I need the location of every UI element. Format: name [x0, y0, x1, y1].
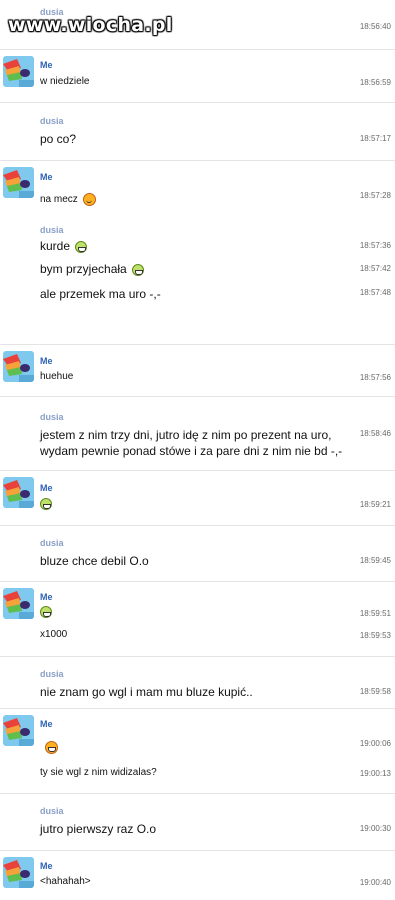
sender-name: dusia [40, 669, 64, 679]
message-text: ale przemek ma uro -,- [40, 287, 161, 301]
timestamp: 19:00:30 [359, 824, 391, 833]
message-block-me: Me 18:59:21 [0, 471, 395, 526]
sender-name: dusia [40, 538, 64, 548]
message-block-me: Me huehue 18:57:56 [0, 345, 395, 397]
message-block-dusia: dusia jestem z nim trzy dni, jutro idę z… [0, 397, 395, 471]
message-block-dusia: dusia nie znam go wgl i mam mu bluze kup… [0, 657, 395, 709]
sender-name: Me [40, 592, 53, 602]
timestamp: 18:57:56 [359, 373, 391, 382]
timestamp: 18:59:53 [359, 631, 391, 640]
message-text: ty sie wgl z nim widizalas? [40, 767, 157, 778]
message-text: bym przyjechała [40, 262, 127, 276]
sender-name: Me [40, 172, 53, 182]
timestamp: 19:00:06 [359, 739, 391, 748]
message-block-me: Me na mecz 18:57:28 [0, 161, 395, 216]
grin-emoticon [75, 240, 88, 253]
sender-name: Me [40, 861, 53, 871]
message-block-dusia: dusia jutro pierwszy raz O.o 19:00:30 [0, 794, 395, 851]
timestamp: 18:59:58 [359, 687, 391, 696]
site-watermark: www.wiocha.pl [8, 14, 173, 36]
sender-name: Me [40, 356, 53, 366]
timestamp: 18:57:48 [359, 288, 391, 297]
sender-name: dusia [40, 116, 64, 126]
timestamp: 19:00:13 [359, 769, 391, 778]
timestamp: 18:59:45 [359, 556, 391, 565]
message-text: bluze chce debil O.o [40, 554, 149, 568]
timestamp: 18:59:21 [359, 500, 391, 509]
sender-name: dusia [40, 806, 64, 816]
message-block-dusia: dusia bluze chce debil O.o 18:59:45 [0, 526, 395, 582]
timestamp: 18:56:40 [359, 22, 391, 31]
wink-emoticon [82, 193, 96, 206]
message-text: wydam pewnie ponad stówe i za pare dni z… [40, 444, 343, 458]
message-text: huehue [40, 371, 74, 382]
message-block-dusia: dusia kurde 18:57:36 bym przyjechała 18:… [0, 216, 395, 345]
sender-name: Me [40, 483, 53, 493]
message-block-me: Me <hahahah> 19:00:40 [0, 851, 395, 900]
timestamp: 18:56:59 [359, 78, 391, 87]
sender-name: dusia [40, 225, 64, 235]
message-text: jutro pierwszy raz O.o [40, 822, 157, 836]
timestamp: 18:59:51 [359, 609, 391, 618]
message-text: kurde [40, 239, 71, 253]
message-text: x1000 [40, 629, 68, 640]
smile-emoticon [45, 741, 58, 754]
message-text: po co? [40, 132, 77, 146]
message-text: nie znam go wgl i mam mu bluze kupić.. [40, 685, 253, 699]
message-text: w niedziele [40, 76, 90, 87]
message-text: jestem z nim trzy dni, jutro idę z nim p… [40, 428, 332, 442]
sender-name: dusia [40, 412, 64, 422]
timestamp: 18:57:17 [359, 134, 391, 143]
message-block-me: Me 19:00:06 ty sie wgl z nim widizalas? … [0, 709, 395, 794]
sender-name: Me [40, 60, 53, 70]
message-text: na mecz [40, 194, 78, 206]
message-text: <hahahah> [40, 876, 91, 887]
message-block-me: Me w niedziele 18:56:59 [0, 50, 395, 103]
sender-name: Me [40, 719, 53, 729]
grin-emoticon [131, 263, 144, 276]
timestamp: 18:58:46 [359, 429, 391, 438]
timestamp: 18:57:28 [359, 191, 391, 200]
message-block-dusia: dusia po co? 18:57:17 [0, 103, 395, 161]
timestamp: 18:57:36 [359, 241, 391, 250]
timestamp: 19:00:40 [359, 878, 391, 887]
grin-emoticon [40, 606, 52, 618]
grin-emoticon [40, 498, 52, 510]
timestamp: 18:57:42 [359, 264, 391, 273]
message-block-me: Me 18:59:51 x1000 18:59:53 [0, 582, 395, 657]
